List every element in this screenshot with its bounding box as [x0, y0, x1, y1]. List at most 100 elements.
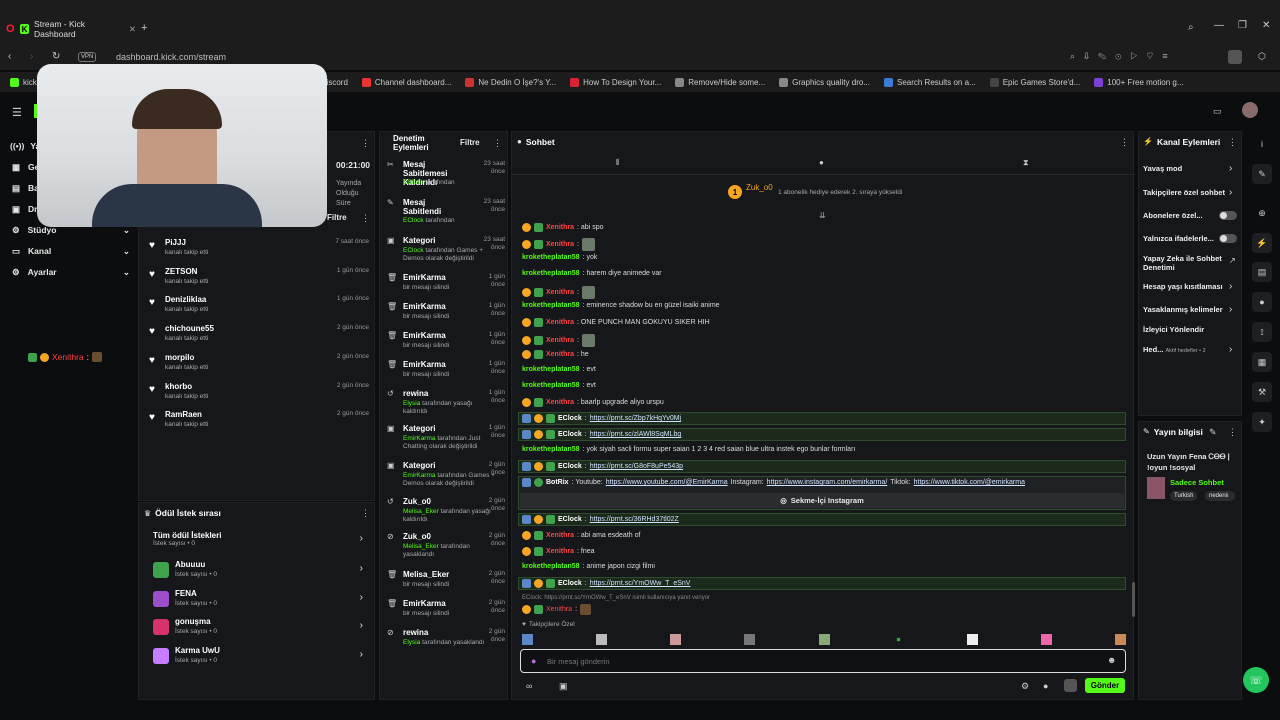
botrix-username[interactable]: BotRix: [546, 479, 569, 486]
chat-input[interactable]: [547, 654, 1087, 669]
chat-username[interactable]: kroketheplatan58: [522, 366, 580, 373]
crosshair-icon[interactable]: ⊕: [1252, 203, 1272, 223]
activity-more-icon[interactable]: ⋮: [361, 213, 370, 224]
search-tabs-icon[interactable]: ⌕: [1188, 22, 1194, 33]
url-text[interactable]: dashboard.kick.com/stream: [116, 52, 226, 62]
chat-username[interactable]: EClock: [558, 415, 582, 422]
close-window-icon[interactable]: ✕: [1262, 20, 1270, 31]
reward-more-icon[interactable]: ⋮: [361, 508, 370, 519]
chat-username[interactable]: kroketheplatan58: [522, 270, 580, 277]
tools-icon[interactable]: ⚒: [1252, 382, 1272, 402]
chat-username[interactable]: EClock: [558, 580, 582, 587]
bookmark-graphics[interactable]: Graphics quality dro...: [779, 77, 870, 87]
chat-username[interactable]: kroketheplatan58: [522, 563, 580, 570]
minimize-icon[interactable]: —: [1214, 20, 1224, 31]
chat-username[interactable]: Xenithra: [546, 532, 574, 539]
reward-item[interactable]: Karma UwU İstek sayısı • 0 ›: [153, 646, 363, 670]
emote-icon[interactable]: [522, 634, 533, 645]
user-avatar[interactable]: [1242, 102, 1258, 118]
chat-username[interactable]: kroketheplatan58: [522, 254, 580, 261]
emote-icon[interactable]: [670, 634, 682, 645]
chat-username[interactable]: Xenithra: [546, 224, 574, 231]
emote-icon[interactable]: [744, 634, 756, 645]
instagram-embed-button[interactable]: ◎ Sekme-İçi Instagram: [520, 493, 1124, 508]
reward-item[interactable]: Abuuuu İstek sayısı • 0 ›: [153, 560, 363, 584]
bookmark-channel-dashboard[interactable]: Channel dashboard...: [361, 77, 451, 87]
forward-icon[interactable]: ›: [30, 51, 33, 62]
channel-action-item[interactable]: Yasaklanmış kelimeler: [1143, 305, 1231, 314]
youtube-link[interactable]: https://www.youtube.com/@EmirKarma: [606, 479, 728, 486]
opera-logo-icon[interactable]: O: [6, 23, 15, 35]
nav-item-channel[interactable]: ▭ Kanal ⌄: [12, 246, 130, 257]
scroll-down-icon[interactable]: ⇊: [819, 211, 826, 220]
follower-name[interactable]: ZETSON: [165, 267, 197, 276]
gift-user[interactable]: Zuk_o0: [746, 183, 773, 192]
timer-icon[interactable]: ⧗: [1023, 158, 1029, 168]
stream-category[interactable]: Sadece Sohbet: [1170, 478, 1224, 487]
bookmark-motion[interactable]: 100+ Free motion g...: [1094, 77, 1184, 87]
more-options-icon[interactable]: ⋮: [361, 138, 370, 149]
broadcast-small-icon[interactable]: ⟟: [1252, 322, 1272, 342]
activity-item[interactable]: ♥ khorbo kanalı takip etti 2 gün önce: [147, 382, 369, 406]
moderation-actor[interactable]: EClock: [403, 179, 424, 186]
chat-username[interactable]: EClock: [558, 463, 582, 470]
emote-picker-icon[interactable]: [1064, 679, 1077, 692]
bookmark-design[interactable]: How To Design Your...: [570, 77, 661, 87]
chat-link[interactable]: https://prnt.sc/G8oF8uPe543p: [590, 463, 683, 470]
chat-username[interactable]: kroketheplatan58: [522, 446, 580, 453]
moderation-actor[interactable]: Elysia: [403, 639, 420, 646]
emote-icon[interactable]: [1040, 634, 1052, 645]
channel-action-item[interactable]: Abonelere özel...: [1143, 211, 1231, 220]
activity-item[interactable]: ♥ ZETSON kanalı takip etti 1 gün önce: [147, 267, 369, 291]
instagram-link[interactable]: https://www.instagram.com/emirkarma/: [767, 479, 888, 486]
chat-more-icon[interactable]: ⋮: [1120, 137, 1129, 148]
chat-link[interactable]: https://prnt.sc/zlAWl8SqMLbg: [590, 431, 682, 438]
chat-username[interactable]: Xenithra: [546, 241, 574, 248]
moderation-actor[interactable]: EClock: [403, 247, 424, 254]
chat-scrollbar[interactable]: [1132, 582, 1135, 617]
chevron-right-icon[interactable]: ›: [1229, 304, 1232, 315]
chat-username[interactable]: EClock: [558, 516, 582, 523]
channel-action-item[interactable]: Yapay Zeka ile Sohbet Denetimi: [1143, 254, 1231, 272]
activity-item[interactable]: ♥ RamRaen kanalı takip etti 2 gün önce: [147, 410, 369, 434]
document-icon[interactable]: ▤: [1252, 262, 1272, 282]
emote-icon[interactable]: [966, 634, 978, 645]
follower-name[interactable]: PiJJJ: [165, 238, 186, 247]
moderation-more-icon[interactable]: ⋮: [493, 138, 502, 149]
back-icon[interactable]: ‹: [8, 51, 11, 62]
chat-username[interactable]: Xenithra: [546, 319, 574, 326]
chevron-right-icon[interactable]: ›: [1229, 281, 1232, 292]
tab-close-icon[interactable]: ✕: [129, 24, 136, 35]
moderation-actor[interactable]: Melisa_Eker: [403, 543, 439, 550]
external-link-icon[interactable]: ↗: [1229, 256, 1236, 265]
follower-name[interactable]: khorbo: [165, 382, 192, 391]
activity-item[interactable]: ♥ morpilo kanalı takip etti 2 gün önce: [147, 353, 369, 377]
bookmark-ne-dedin[interactable]: Ne Dedin O İşe?'s Y...: [465, 77, 556, 87]
chat-settings-icon[interactable]: ⚙: [1021, 681, 1029, 692]
emoji-icon[interactable]: ☻: [1107, 655, 1116, 665]
activity-filter-button[interactable]: Filtre: [327, 213, 347, 222]
channel-actions-more-icon[interactable]: ⋮: [1228, 137, 1237, 148]
vpn-badge[interactable]: VPN: [78, 52, 97, 62]
bookmark-kick[interactable]: kick: [10, 77, 37, 87]
table-icon[interactable]: ▦: [1252, 352, 1272, 372]
chat-icon[interactable]: ●: [1252, 292, 1272, 312]
follower-name[interactable]: morpilo: [165, 353, 194, 362]
nav-item-settings[interactable]: ⚙ Ayarlar ⌄: [12, 267, 130, 278]
follower-name[interactable]: Denizliklaa: [165, 295, 206, 304]
moderation-actor[interactable]: EClock: [403, 217, 424, 224]
link-icon[interactable]: ∞: [526, 681, 532, 691]
tiktok-link[interactable]: https://www.tiktok.com/@emirkarma: [914, 479, 1025, 486]
moderation-actor[interactable]: Melisa_Eker: [403, 508, 439, 515]
channel-action-item[interactable]: Takipçilere özel sohbet: [1143, 188, 1231, 197]
microphone-icon[interactable]: ●: [531, 656, 536, 666]
chat-username[interactable]: EClock: [558, 431, 582, 438]
all-rewards-row[interactable]: Tüm ödül İstekleri İstek sayısı • 0 ›: [153, 531, 363, 547]
chevron-right-icon[interactable]: ›: [1229, 344, 1232, 355]
chat-username[interactable]: Xenithra: [546, 337, 574, 344]
activity-item[interactable]: ♥ chichoune55 kanalı takip etti 2 gün ön…: [147, 324, 369, 348]
send-button[interactable]: Gönder: [1085, 678, 1125, 693]
channel-action-item[interactable]: Yavaş mod: [1143, 164, 1231, 173]
chat-username[interactable]: kroketheplatan58: [522, 382, 580, 389]
toggle-switch[interactable]: [1219, 211, 1237, 220]
